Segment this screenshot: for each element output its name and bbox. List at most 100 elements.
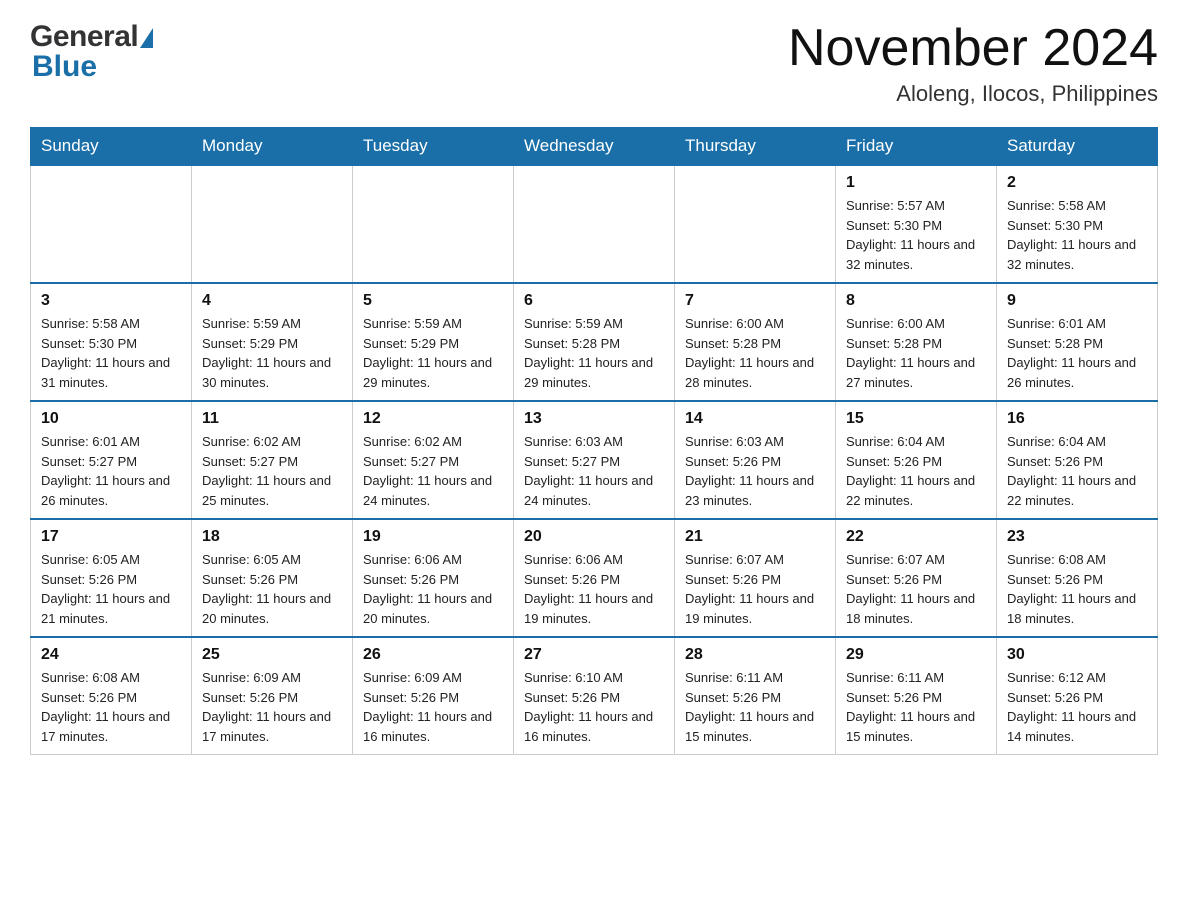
calendar-header-thursday: Thursday [675,128,836,166]
calendar-day-cell [514,165,675,283]
calendar-day-cell: 11 Sunrise: 6:02 AMSunset: 5:27 PMDayligh… [192,401,353,519]
day-info: Sunrise: 6:09 AMSunset: 5:26 PMDaylight:… [202,668,342,746]
calendar-day-cell: 24 Sunrise: 6:08 AMSunset: 5:26 PMDayligh… [31,637,192,755]
day-number: 17 [41,528,181,546]
day-info: Sunrise: 6:07 AMSunset: 5:26 PMDaylight:… [846,550,986,628]
day-number: 1 [846,174,986,192]
calendar-header-row: SundayMondayTuesdayWednesdayThursdayFrid… [31,128,1158,166]
calendar-header-saturday: Saturday [997,128,1158,166]
calendar-day-cell: 5 Sunrise: 5:59 AMSunset: 5:29 PMDaylight… [353,283,514,401]
calendar-day-cell: 21 Sunrise: 6:07 AMSunset: 5:26 PMDayligh… [675,519,836,637]
calendar-day-cell: 10 Sunrise: 6:01 AMSunset: 5:27 PMDayligh… [31,401,192,519]
calendar-day-cell: 17 Sunrise: 6:05 AMSunset: 5:26 PMDayligh… [31,519,192,637]
day-info: Sunrise: 6:04 AMSunset: 5:26 PMDaylight:… [1007,432,1147,510]
day-info: Sunrise: 6:11 AMSunset: 5:26 PMDaylight:… [846,668,986,746]
calendar-week-row: 17 Sunrise: 6:05 AMSunset: 5:26 PMDayligh… [31,519,1158,637]
calendar-week-row: 1 Sunrise: 5:57 AMSunset: 5:30 PMDaylight… [31,165,1158,283]
calendar-day-cell: 27Sunrise: 6:10 AMSunset: 5:26 PMDayligh… [514,637,675,755]
day-number: 10 [41,410,181,428]
calendar-day-cell: 12Sunrise: 6:02 AMSunset: 5:27 PMDayligh… [353,401,514,519]
day-number: 9 [1007,292,1147,310]
day-info: Sunrise: 6:00 AMSunset: 5:28 PMDaylight:… [685,314,825,392]
calendar-week-row: 24 Sunrise: 6:08 AMSunset: 5:26 PMDayligh… [31,637,1158,755]
day-info: Sunrise: 6:07 AMSunset: 5:26 PMDaylight:… [685,550,825,628]
calendar-table: SundayMondayTuesdayWednesdayThursdayFrid… [30,127,1158,755]
logo-arrow-icon [140,28,153,48]
day-info: Sunrise: 5:59 AMSunset: 5:29 PMDaylight:… [363,314,503,392]
calendar-day-cell: 9Sunrise: 6:01 AMSunset: 5:28 PMDaylight… [997,283,1158,401]
calendar-day-cell: 2Sunrise: 5:58 AMSunset: 5:30 PMDaylight… [997,165,1158,283]
day-number: 19 [363,528,503,546]
calendar-header-tuesday: Tuesday [353,128,514,166]
day-info: Sunrise: 6:06 AMSunset: 5:26 PMDaylight:… [524,550,664,628]
day-number: 13 [524,410,664,428]
day-info: Sunrise: 6:01 AMSunset: 5:27 PMDaylight:… [41,432,181,510]
day-number: 7 [685,292,825,310]
day-number: 4 [202,292,342,310]
day-number: 3 [41,292,181,310]
day-info: Sunrise: 6:02 AMSunset: 5:27 PMDaylight:… [202,432,342,510]
calendar-day-cell: 16Sunrise: 6:04 AMSunset: 5:26 PMDayligh… [997,401,1158,519]
calendar-day-cell: 18 Sunrise: 6:05 AMSunset: 5:26 PMDayligh… [192,519,353,637]
day-info: Sunrise: 6:06 AMSunset: 5:26 PMDaylight:… [363,550,503,628]
day-number: 24 [41,646,181,664]
day-number: 15 [846,410,986,428]
calendar-day-cell [31,165,192,283]
day-info: Sunrise: 6:02 AMSunset: 5:27 PMDaylight:… [363,432,503,510]
day-number: 23 [1007,528,1147,546]
day-info: Sunrise: 5:57 AMSunset: 5:30 PMDaylight:… [846,196,986,274]
day-info: Sunrise: 6:05 AMSunset: 5:26 PMDaylight:… [202,550,342,628]
calendar-day-cell: 23 Sunrise: 6:08 AMSunset: 5:26 PMDayligh… [997,519,1158,637]
day-number: 11 [202,410,342,428]
calendar-week-row: 10 Sunrise: 6:01 AMSunset: 5:27 PMDayligh… [31,401,1158,519]
calendar-week-row: 3 Sunrise: 5:58 AMSunset: 5:30 PMDaylight… [31,283,1158,401]
calendar-day-cell: 3 Sunrise: 5:58 AMSunset: 5:30 PMDaylight… [31,283,192,401]
day-number: 26 [363,646,503,664]
calendar-subtitle: Aloleng, Ilocos, Philippines [788,81,1158,107]
logo-blue-text: Blue [32,50,97,84]
day-number: 21 [685,528,825,546]
day-info: Sunrise: 6:03 AMSunset: 5:26 PMDaylight:… [685,432,825,510]
calendar-day-cell: 1 Sunrise: 5:57 AMSunset: 5:30 PMDaylight… [836,165,997,283]
calendar-header-monday: Monday [192,128,353,166]
day-number: 2 [1007,174,1147,192]
calendar-day-cell: 8 Sunrise: 6:00 AMSunset: 5:28 PMDaylight… [836,283,997,401]
calendar-day-cell: 15 Sunrise: 6:04 AMSunset: 5:26 PMDayligh… [836,401,997,519]
day-number: 28 [685,646,825,664]
calendar-header-sunday: Sunday [31,128,192,166]
calendar-title: November 2024 [788,20,1158,77]
calendar-header-friday: Friday [836,128,997,166]
day-info: Sunrise: 6:08 AMSunset: 5:26 PMDaylight:… [41,668,181,746]
day-number: 8 [846,292,986,310]
day-number: 14 [685,410,825,428]
day-info: Sunrise: 6:05 AMSunset: 5:26 PMDaylight:… [41,550,181,628]
day-info: Sunrise: 6:12 AMSunset: 5:26 PMDaylight:… [1007,668,1147,746]
calendar-day-cell: 30Sunrise: 6:12 AMSunset: 5:26 PMDayligh… [997,637,1158,755]
calendar-day-cell: 13 Sunrise: 6:03 AMSunset: 5:27 PMDayligh… [514,401,675,519]
title-section: November 2024 Aloleng, Ilocos, Philippin… [788,20,1158,107]
day-number: 6 [524,292,664,310]
calendar-day-cell [353,165,514,283]
calendar-day-cell: 29Sunrise: 6:11 AMSunset: 5:26 PMDayligh… [836,637,997,755]
calendar-day-cell: 4 Sunrise: 5:59 AMSunset: 5:29 PMDaylight… [192,283,353,401]
day-info: Sunrise: 6:08 AMSunset: 5:26 PMDaylight:… [1007,550,1147,628]
logo-general-text: General [30,20,138,54]
day-info: Sunrise: 5:58 AMSunset: 5:30 PMDaylight:… [41,314,181,392]
calendar-day-cell: 22Sunrise: 6:07 AMSunset: 5:26 PMDayligh… [836,519,997,637]
day-number: 20 [524,528,664,546]
calendar-day-cell: 25 Sunrise: 6:09 AMSunset: 5:26 PMDayligh… [192,637,353,755]
calendar-header-wednesday: Wednesday [514,128,675,166]
day-info: Sunrise: 5:59 AMSunset: 5:29 PMDaylight:… [202,314,342,392]
calendar-day-cell [675,165,836,283]
day-info: Sunrise: 6:03 AMSunset: 5:27 PMDaylight:… [524,432,664,510]
day-number: 25 [202,646,342,664]
day-info: Sunrise: 6:09 AMSunset: 5:26 PMDaylight:… [363,668,503,746]
calendar-day-cell: 26 Sunrise: 6:09 AMSunset: 5:26 PMDayligh… [353,637,514,755]
calendar-day-cell: 6Sunrise: 5:59 AMSunset: 5:28 PMDaylight… [514,283,675,401]
day-info: Sunrise: 6:04 AMSunset: 5:26 PMDaylight:… [846,432,986,510]
logo: General Blue [30,20,153,84]
calendar-day-cell: 20 Sunrise: 6:06 AMSunset: 5:26 PMDayligh… [514,519,675,637]
day-number: 18 [202,528,342,546]
day-info: Sunrise: 6:00 AMSunset: 5:28 PMDaylight:… [846,314,986,392]
day-number: 5 [363,292,503,310]
